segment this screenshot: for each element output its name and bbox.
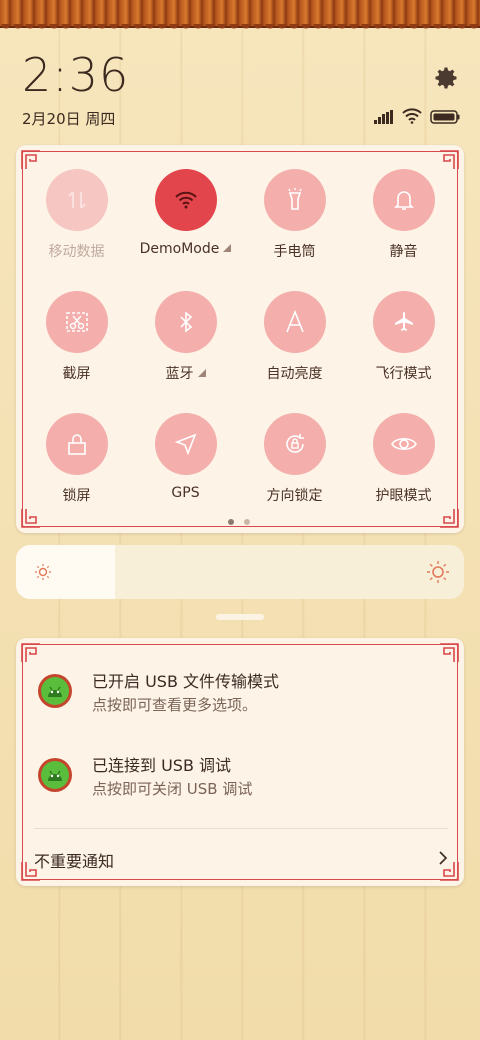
notification-subtitle: 点按即可查看更多选项。 (92, 696, 258, 714)
page-indicator (228, 519, 250, 525)
eye-icon (372, 413, 435, 475)
corner-ornament-icon (20, 642, 42, 664)
quick-settings-grid: 移动数据 DemoMode 手电筒 静音 截屏 蓝牙 自动亮度 飞行模式 锁屏 … (22, 169, 458, 505)
tile-flashlight[interactable]: 手电筒 (240, 169, 349, 261)
tile-label: GPS (171, 485, 200, 501)
tile-auto-brightness[interactable]: 自动亮度 (240, 291, 349, 383)
tile-label: 手电筒 (273, 244, 316, 260)
page-dot (244, 519, 250, 525)
roof-eaves (0, 24, 480, 32)
notification-panel: 已开启 USB 文件传输模式 点按即可查看更多选项。 已连接到 USB 调试 点… (16, 638, 464, 886)
tile-label: DemoMode (140, 241, 232, 257)
tile-lock-screen[interactable]: 锁屏 (22, 413, 131, 505)
brightness-low-icon (34, 563, 52, 585)
tile-label: 移动数据 (48, 244, 105, 260)
screenshot-icon (45, 291, 108, 353)
tile-label: 方向锁定 (266, 488, 323, 504)
date: 2月20日 周四 (22, 110, 116, 128)
notification-title: 已开启 USB 文件传输模式 (92, 672, 280, 691)
drag-handle[interactable] (216, 614, 264, 620)
android-icon (38, 758, 72, 792)
brightness-fill (16, 545, 115, 599)
expand-triangle-icon (197, 369, 206, 377)
bell-icon (372, 169, 435, 231)
divider (34, 828, 448, 829)
corner-ornament-icon (438, 507, 460, 529)
auto-brightness-icon (263, 291, 326, 353)
tile-rotation-lock[interactable]: 方向锁定 (240, 413, 349, 505)
tile-label: 护眼模式 (375, 488, 432, 504)
tile-label: 静音 (389, 244, 418, 260)
tile-bluetooth[interactable]: 蓝牙 (131, 291, 240, 383)
corner-ornament-icon (438, 149, 460, 171)
tile-label: 自动亮度 (266, 366, 323, 382)
tile-label: 截屏 (62, 366, 91, 382)
flashlight-icon (263, 169, 326, 231)
wifi-icon (154, 169, 217, 231)
tile-label: 飞行模式 (375, 366, 432, 382)
quick-settings-panel: 移动数据 DemoMode 手电筒 静音 截屏 蓝牙 自动亮度 飞行模式 锁屏 … (16, 145, 464, 533)
brightness-high-icon (426, 560, 450, 588)
brightness-slider[interactable] (16, 545, 464, 599)
wifi-status-icon (402, 108, 422, 128)
clock: 2:36 (22, 48, 130, 102)
page-dot-active (228, 519, 234, 525)
status-icons (374, 108, 460, 128)
tile-wifi[interactable]: DemoMode (131, 169, 240, 261)
tile-mute[interactable]: 静音 (349, 169, 458, 261)
rotation-lock-icon (263, 413, 326, 475)
corner-ornament-icon (20, 149, 42, 171)
android-icon (38, 674, 72, 708)
mobile-data-icon (45, 169, 108, 231)
corner-ornament-icon (438, 642, 460, 664)
airplane-icon (372, 291, 435, 353)
notification-subtitle: 点按即可关闭 USB 调试 (92, 780, 253, 798)
minor-notifications-link[interactable]: 不重要通知 (34, 848, 114, 872)
settings-gear-icon[interactable] (432, 64, 460, 92)
chevron-right-icon[interactable] (438, 850, 448, 870)
tile-gps[interactable]: GPS (131, 413, 240, 505)
tile-screenshot[interactable]: 截屏 (22, 291, 131, 383)
expand-triangle-icon (223, 244, 232, 252)
corner-ornament-icon (20, 507, 42, 529)
tile-eye-mode[interactable]: 护眼模式 (349, 413, 458, 505)
tile-label: 锁屏 (62, 488, 91, 504)
tile-mobile-data[interactable]: 移动数据 (22, 169, 131, 261)
tile-airplane[interactable]: 飞行模式 (349, 291, 458, 383)
signal-icon (374, 109, 394, 128)
battery-icon (430, 109, 460, 128)
lock-icon (45, 413, 108, 475)
bluetooth-icon (154, 291, 217, 353)
notification-title: 已连接到 USB 调试 (92, 756, 232, 775)
tile-label: 蓝牙 (166, 363, 206, 383)
location-icon (154, 413, 217, 475)
